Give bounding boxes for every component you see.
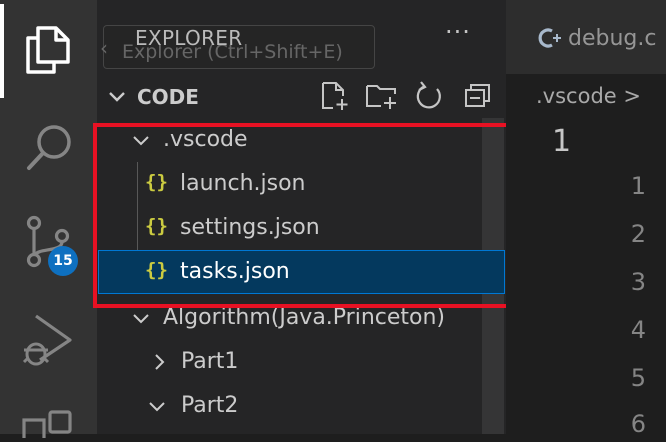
source-control-badge: 15	[48, 246, 78, 276]
line-number: 3	[630, 268, 646, 296]
tab-debug-c[interactable]: debug.c	[506, 0, 666, 74]
json-file-icon: {}	[145, 259, 168, 281]
activity-bar: 15	[0, 0, 97, 442]
collapse-all-icon[interactable]	[463, 80, 493, 116]
tree-item-part2-folder[interactable]: Part2	[97, 384, 506, 428]
sidebar-title: EXPLORER	[135, 26, 243, 50]
tree-item-label: launch.json	[180, 171, 306, 196]
workspace-section-header[interactable]: CODE	[97, 74, 506, 118]
tree-item-launch-json[interactable]: {} launch.json	[97, 162, 506, 206]
line-number: 4	[630, 316, 646, 344]
tree-item-label: settings.json	[180, 215, 320, 240]
chevron-left-icon: ‹	[100, 36, 108, 60]
tree-item-label: tasks.json	[180, 259, 290, 284]
files-icon[interactable]	[24, 24, 72, 78]
chevron-right-icon	[149, 352, 169, 376]
new-file-icon[interactable]	[319, 80, 351, 116]
run-debug-icon[interactable]	[22, 312, 74, 372]
chevron-down-icon	[131, 130, 151, 154]
chevron-down-icon	[131, 308, 151, 332]
line-number: 2	[630, 220, 646, 248]
json-file-icon: {}	[145, 171, 168, 193]
tree-item-algorithm-folder[interactable]: Algorithm(Java.Princeton)	[97, 296, 506, 340]
refresh-icon[interactable]	[413, 80, 445, 116]
tree-item-settings-json[interactable]: {} settings.json	[97, 206, 506, 250]
tree-item-label: Algorithm(Java.Princeton)	[163, 305, 446, 330]
json-file-icon: {}	[145, 215, 168, 237]
line-number: 1	[630, 172, 646, 200]
sidebar-header: ‹ Explorer (Ctrl+Shift+E) EXPLORER ···	[97, 0, 506, 74]
active-indicator	[0, 4, 4, 98]
breadcrumb[interactable]: .vscode >	[536, 84, 641, 108]
workspace-title: CODE	[137, 85, 199, 109]
tree-item-label: Part1	[181, 349, 239, 374]
new-folder-icon[interactable]	[365, 80, 399, 116]
tab-label: debug.c	[568, 26, 657, 51]
line-number: 5	[630, 364, 646, 392]
explorer-sidebar: ‹ Explorer (Ctrl+Shift+E) EXPLORER ··· C…	[97, 0, 506, 434]
chevron-down-icon	[107, 86, 127, 110]
current-line-number: 1	[552, 124, 572, 159]
tab-bar: debug.c	[506, 0, 666, 74]
extensions-icon[interactable]	[22, 408, 76, 442]
tree-item-label: Part2	[181, 393, 239, 418]
more-actions-button[interactable]: ···	[445, 18, 471, 46]
tree-item-label: .vscode	[163, 127, 248, 152]
tree-item-part1-folder[interactable]: Part1	[97, 340, 506, 384]
tree-item-tasks-json[interactable]: {} tasks.json	[98, 250, 505, 294]
chevron-down-icon	[147, 396, 167, 420]
editor-area: debug.c .vscode > 1 1 2 3 4 5 6	[506, 0, 666, 438]
search-icon[interactable]	[24, 122, 74, 176]
c-file-icon	[536, 26, 562, 54]
tree-item-vscode-folder[interactable]: .vscode	[97, 118, 506, 162]
